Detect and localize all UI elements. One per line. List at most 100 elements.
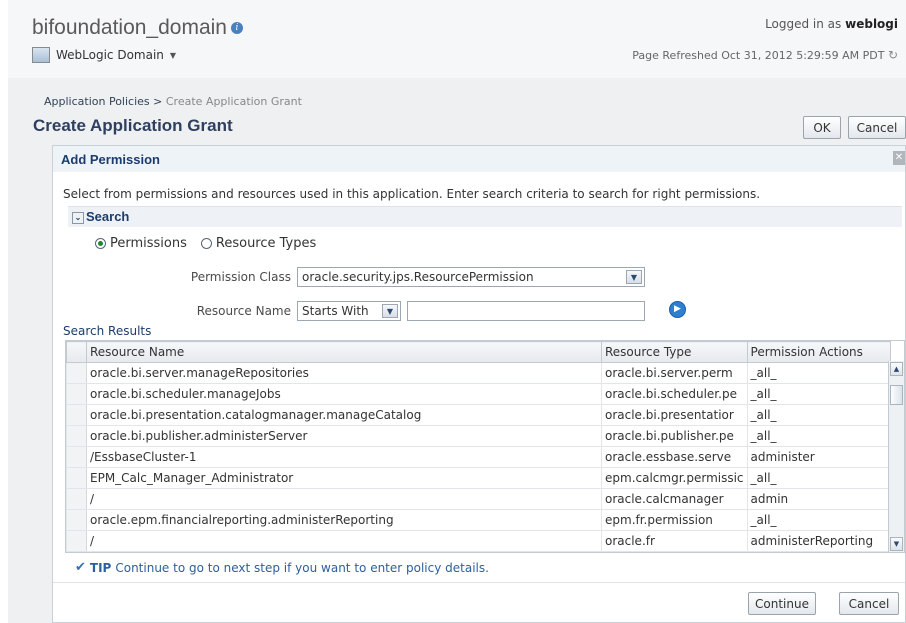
page-refreshed-info: Page Refreshed Oct 31, 2012 5:29:59 AM P… [632,48,898,62]
table-header-row: Resource Name Resource Type Permission A… [66,341,891,363]
column-header-resource-name[interactable]: Resource Name [86,341,602,363]
permission-actions-cell: _all_ [746,467,891,489]
resource-name-cell: oracle.epm.financialreporting.administer… [86,509,602,531]
row-selector[interactable] [66,362,87,384]
table-row[interactable]: oracle.bi.publisher.administerServer orac… [66,425,891,447]
resource-name-input[interactable] [407,301,645,321]
breadcrumb-separator: > [149,95,166,108]
dialog-header: Add Permission ✕ [53,146,905,172]
column-header-permission-actions[interactable]: Permission Actions [746,341,891,363]
chevron-down-icon[interactable]: ▼ [382,304,398,318]
row-selector-header [66,341,87,363]
weblogic-domain-label: WebLogic Domain [56,48,164,62]
page-header: bifoundation_domain i WebLogic Domain ▼ L… [8,0,906,78]
tip-text: Continue to go to next step if you want … [115,560,489,575]
add-permission-dialog: Add Permission ✕ Select from permissions… [52,145,906,623]
resource-name-cell: oracle.bi.publisher.administerServer [86,425,602,447]
chevron-down-icon[interactable]: ▼ [626,270,642,284]
weblogic-domain-menu[interactable]: WebLogic Domain ▼ [32,47,176,63]
table-row[interactable]: oracle.bi.scheduler.manageJobs oracle.bi.… [66,383,891,405]
table-row[interactable]: / oracle.fr administerReporting [66,530,891,552]
continue-button[interactable]: Continue [748,592,816,615]
breadcrumb-parent-link[interactable]: Application Policies [44,95,150,108]
row-selector[interactable] [66,446,87,468]
breadcrumb-current: Create Application Grant [165,95,302,108]
info-icon[interactable]: i [231,22,243,35]
permission-class-label: Permission Class [190,270,291,284]
resource-type-cell: oracle.bi.publisher.pe [601,425,748,447]
row-selector[interactable] [66,383,87,405]
resource-type-cell: oracle.essbase.serve [601,446,748,468]
tip-check-icon: ✔ [75,560,86,575]
resource-type-cell: oracle.calcmanager [601,488,748,510]
logged-in-user[interactable]: weblogi [845,17,898,31]
dialog-cancel-button[interactable]: Cancel [839,592,899,615]
row-selector[interactable] [66,425,87,447]
resource-name-cell: / [86,488,602,510]
tip-label: TIP [89,560,112,575]
column-header-resource-type[interactable]: Resource Type [601,341,748,363]
permission-actions-cell: _all_ [746,362,891,384]
scroll-up-icon[interactable]: ▲ [890,362,903,376]
refreshed-text: Page Refreshed Oct 31, 2012 5:29:59 AM P… [632,49,885,62]
permission-class-value: oracle.security.jps.ResourcePermission [302,270,534,284]
logged-in-prefix: Logged in as [765,17,842,31]
permission-actions-cell: _all_ [746,425,891,447]
resource-type-cell: epm.calcmgr.permissic [601,467,748,489]
resource-name-cell: oracle.bi.presentation.catalogmanager.ma… [86,404,602,426]
search-section-header[interactable]: ⌄ Search [68,206,902,227]
search-results-table: Resource Name Resource Type Permission A… [65,340,905,553]
chevron-down-icon: ▼ [169,50,177,60]
permissions-radio-label[interactable]: Permissions [110,236,187,251]
domain-title: bifoundation_domain i [32,16,243,40]
page-cancel-button[interactable]: Cancel [848,116,906,139]
permission-actions-cell: _all_ [746,383,891,405]
dialog-description: Select from permissions and resources us… [63,187,761,201]
table-row[interactable]: oracle.bi.presentation.catalogmanager.ma… [66,404,891,426]
permission-actions-cell: _all_ [746,509,891,531]
search-type-radio-group: Permissions Resource Types [95,236,316,251]
permissions-radio[interactable] [95,238,106,249]
left-frame-edge [0,0,8,623]
resource-name-cell: oracle.bi.server.manageRepositories [86,362,602,384]
row-selector[interactable] [66,467,87,489]
breadcrumb: Application Policies > Create Applicatio… [44,95,302,108]
refresh-icon[interactable]: ↻ [888,48,898,62]
scrollbar-thumb[interactable] [890,385,903,405]
resource-name-cell: /EssbaseCluster-1 [86,446,602,468]
resource-type-cell: oracle.fr [601,530,748,552]
logged-in-info: Logged in as weblogi [765,17,898,31]
row-selector[interactable] [66,530,87,552]
resource-name-operator-select[interactable]: Starts With ▼ [297,301,401,321]
table-row[interactable]: /EssbaseCluster-1 oracle.essbase.serve adm… [66,446,891,468]
results-scrollbar[interactable]: ▲ ▼ [888,361,904,552]
search-go-icon[interactable]: ▶ [669,301,686,318]
resource-name-cell: oracle.bi.scheduler.manageJobs [86,383,602,405]
close-icon[interactable]: ✕ [893,151,905,165]
row-selector[interactable] [66,488,87,510]
domain-icon [32,47,50,63]
ok-button[interactable]: OK [803,116,841,139]
resource-types-radio-label[interactable]: Resource Types [216,236,316,251]
results-table: Resource Name Resource Type Permission A… [66,341,891,552]
resource-type-cell: oracle.bi.scheduler.pe [601,383,748,405]
domain-title-text: bifoundation_domain [32,16,227,39]
permission-class-select[interactable]: oracle.security.jps.ResourcePermission ▼ [297,267,645,287]
search-label-text: Search [86,209,130,224]
permission-actions-cell: admin [746,488,891,510]
collapse-icon[interactable]: ⌄ [72,211,84,224]
resource-types-radio[interactable] [200,238,212,249]
table-row[interactable]: EPM_Calc_Manager_Administrator epm.calcmg… [66,467,891,489]
search-section-label: ⌄ Search [72,209,129,224]
table-row[interactable]: oracle.bi.server.manageRepositories oracl… [66,362,891,384]
page-background: bifoundation_domain i WebLogic Domain ▼ L… [8,0,906,623]
table-row[interactable]: oracle.epm.financialreporting.administer… [66,509,891,531]
row-selector[interactable] [66,404,87,426]
row-selector[interactable] [66,509,87,531]
table-row[interactable]: / oracle.calcmanager admin [66,488,891,510]
resource-name-cell: / [86,530,602,552]
permission-actions-cell: administerReporting [746,530,891,552]
scroll-down-icon[interactable]: ▼ [890,537,903,551]
resource-name-operator-value: Starts With [302,304,369,318]
resource-type-cell: oracle.bi.server.perm [601,362,748,384]
